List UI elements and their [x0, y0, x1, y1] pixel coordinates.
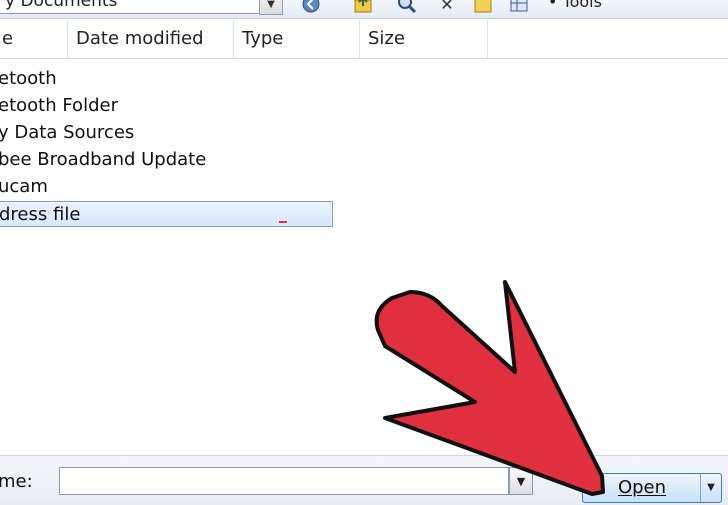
column-date-modified[interactable]: Date modified: [68, 20, 234, 58]
open-button-label: Open: [617, 477, 667, 498]
up-folder-icon[interactable]: [352, 0, 374, 14]
tools-menu[interactable]: • Tools: [548, 0, 602, 11]
column-type[interactable]: Type: [234, 20, 360, 58]
list-item[interactable]: etooth Folder: [0, 93, 118, 119]
open-button[interactable]: Open ▼: [582, 473, 722, 503]
file-name-input[interactable]: [59, 467, 509, 495]
toolbar: y Documents ▼ ✕ • Tools: [0, 0, 728, 19]
look-in-dropdown-arrow-icon[interactable]: ▼: [259, 0, 283, 15]
list-item[interactable]: y Data Sources: [0, 120, 134, 146]
spellcheck-underline: [279, 221, 287, 223]
look-in-value: y Documents: [5, 0, 118, 11]
new-folder-icon[interactable]: [472, 0, 494, 14]
views-icon[interactable]: [508, 0, 530, 14]
list-item-label: dress file: [0, 204, 81, 225]
list-item[interactable]: ucam: [0, 174, 48, 200]
list-item[interactable]: bee Broadband Update: [0, 147, 206, 173]
delete-icon[interactable]: ✕: [436, 0, 458, 14]
column-size[interactable]: Size: [360, 20, 488, 58]
look-in-combo[interactable]: y Documents: [0, 0, 282, 14]
open-split-arrow-icon[interactable]: ▼: [700, 474, 721, 502]
list-item-selected[interactable]: dress file: [0, 201, 333, 227]
bottom-bar: me: ▼ Open ▼: [0, 455, 728, 505]
column-header: e Date modified Type Size: [0, 20, 728, 59]
file-name-label: me:: [0, 471, 33, 492]
back-icon[interactable]: [300, 0, 322, 14]
search-web-icon[interactable]: [396, 0, 418, 14]
column-name[interactable]: e: [0, 20, 68, 58]
file-name-dropdown-arrow-icon[interactable]: ▼: [509, 467, 533, 495]
red-arrow-annotation: [374, 280, 605, 496]
list-item[interactable]: etooth: [0, 66, 57, 92]
